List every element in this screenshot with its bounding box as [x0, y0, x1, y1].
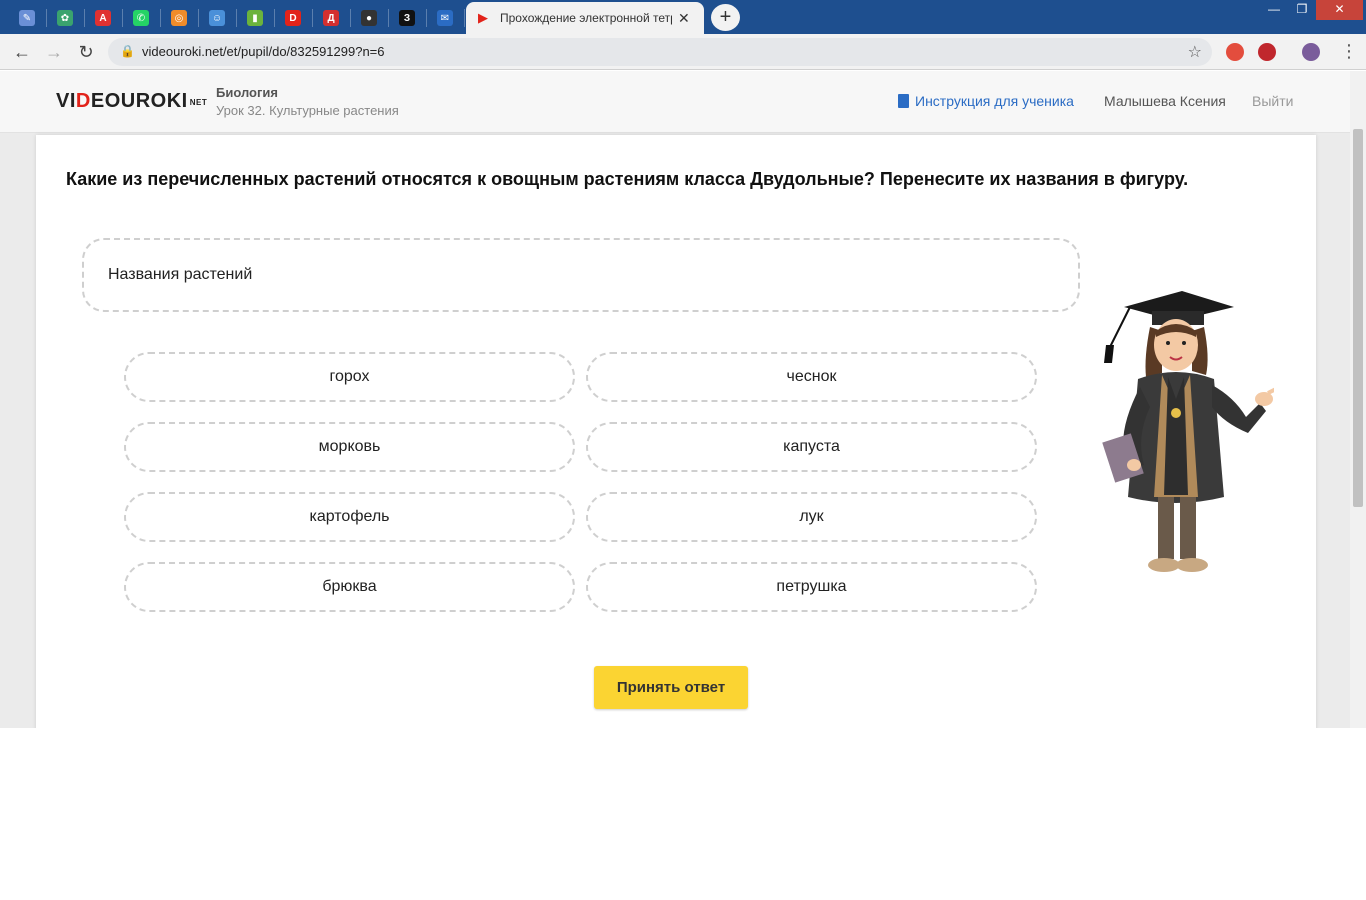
target-extension-icon[interactable]	[1226, 43, 1244, 61]
pinned-tab[interactable]: ✉	[426, 4, 464, 32]
pinned-tab[interactable]: ✆	[122, 4, 160, 32]
orange-target-icon: ◎	[171, 10, 187, 26]
pinned-tab[interactable]: ▮	[236, 4, 274, 32]
answer-option[interactable]: чеснок	[586, 352, 1037, 402]
gear-green-icon: ✿	[57, 10, 73, 26]
pinned-tab[interactable]: Д	[312, 4, 350, 32]
restore-window-button[interactable]: ❐	[1288, 0, 1316, 20]
browser-toolbar: ← → ↻ 🔒 videouroki.net/et/pupil/do/83259…	[0, 34, 1366, 70]
browser-tab-bar: ✎ ✿ A ✆ ◎ ☺ ▮ D Д ● З ✉ ▶ Прохождение электронной т…	[0, 0, 1366, 34]
pinned-tab[interactable]: ◎	[160, 4, 198, 32]
task-card: Какие из перечисленных растений относятс…	[36, 135, 1316, 728]
answer-dropzone[interactable]: Названия растений	[82, 238, 1080, 312]
page-viewport: VIDEOUROKI NET Биология Урок 32. Культурн…	[0, 71, 1366, 728]
answer-option[interactable]: морковь	[124, 422, 575, 472]
pinned-tab[interactable]: ●	[350, 4, 388, 32]
url-text[interactable]: videouroki.net/et/pupil/do/832591299?n=6	[142, 44, 385, 59]
answer-option[interactable]: петрушка	[586, 562, 1037, 612]
pinned-tab[interactable]: A	[84, 4, 122, 32]
whatsapp-icon: ✆	[133, 10, 149, 26]
profile-avatar-icon[interactable]	[1302, 43, 1320, 61]
site-header: VIDEOUROKI NET Биология Урок 32. Культурн…	[0, 71, 1350, 133]
instructions-link[interactable]: Инструкция для ученика	[898, 93, 1074, 109]
active-tab-title: Прохождение электронной тетради	[500, 11, 672, 25]
znanija-icon: З	[399, 10, 415, 26]
lesson-title: Урок 32. Культурные растения	[216, 103, 399, 118]
logout-link[interactable]: Выйти	[1252, 93, 1293, 109]
instructions-link-label: Инструкция для ученика	[915, 93, 1074, 109]
user-name[interactable]: Малышева Ксения	[1104, 93, 1226, 109]
minimize-window-button[interactable]: —	[1260, 0, 1288, 20]
browser-menu-icon[interactable]: ⋮	[1340, 41, 1358, 61]
tab-separator	[464, 9, 465, 27]
scrollbar-thumb[interactable]	[1353, 129, 1363, 507]
dnevnik-icon: Д	[323, 10, 339, 26]
answer-option[interactable]: горох	[124, 352, 575, 402]
reload-icon[interactable]: ↻	[74, 41, 98, 63]
videouroki-logo[interactable]: VIDEOUROKI NET	[56, 90, 207, 113]
answer-option[interactable]: картофель	[124, 492, 575, 542]
forward-arrow-icon[interactable]: →	[42, 41, 66, 63]
pinned-tab[interactable]: ☺	[198, 4, 236, 32]
pinned-tab[interactable]: З	[388, 4, 426, 32]
lock-icon: 🔒	[120, 44, 135, 58]
pinned-tab[interactable]: ✎	[8, 4, 46, 32]
subject-title: Биология	[216, 85, 278, 100]
panda-icon: ●	[361, 10, 377, 26]
submit-answer-button[interactable]: Принять ответ	[594, 666, 748, 709]
answer-option[interactable]: капуста	[586, 422, 1037, 472]
mail-icon: ✉	[437, 10, 453, 26]
document-icon	[898, 94, 909, 108]
mascot-icon: ☺	[209, 10, 225, 26]
address-bar[interactable]: 🔒 videouroki.net/et/pupil/do/832591299?n…	[108, 38, 1212, 66]
active-tab[interactable]: ▶ Прохождение электронной тетради ✕	[466, 2, 704, 34]
pen-app-icon: ✎	[19, 10, 35, 26]
answer-option[interactable]: лук	[586, 492, 1037, 542]
videouroki-favicon-icon: ▶	[478, 10, 488, 25]
avito-icon: A	[95, 10, 111, 26]
page-scrollbar[interactable]	[1350, 71, 1366, 728]
new-tab-button[interactable]: +	[711, 4, 740, 31]
back-arrow-icon[interactable]: ←	[10, 41, 34, 63]
close-tab-icon[interactable]: ✕	[678, 10, 690, 27]
close-window-button[interactable]: ✕	[1316, 0, 1363, 20]
teacher-illustration	[1102, 291, 1274, 572]
videouroki-icon: D	[285, 10, 301, 26]
pinned-tab[interactable]: ✿	[46, 4, 84, 32]
answer-option[interactable]: брюква	[124, 562, 575, 612]
bookmark-star-icon[interactable]: ☆	[1188, 42, 1202, 62]
adblock-extension-icon[interactable]	[1258, 43, 1276, 61]
question-text: Какие из перечисленных растений относятс…	[66, 169, 1189, 189]
pinned-tab[interactable]: D	[274, 4, 312, 32]
book-green-icon: ▮	[247, 10, 263, 26]
dropzone-label: Названия растений	[108, 266, 253, 283]
